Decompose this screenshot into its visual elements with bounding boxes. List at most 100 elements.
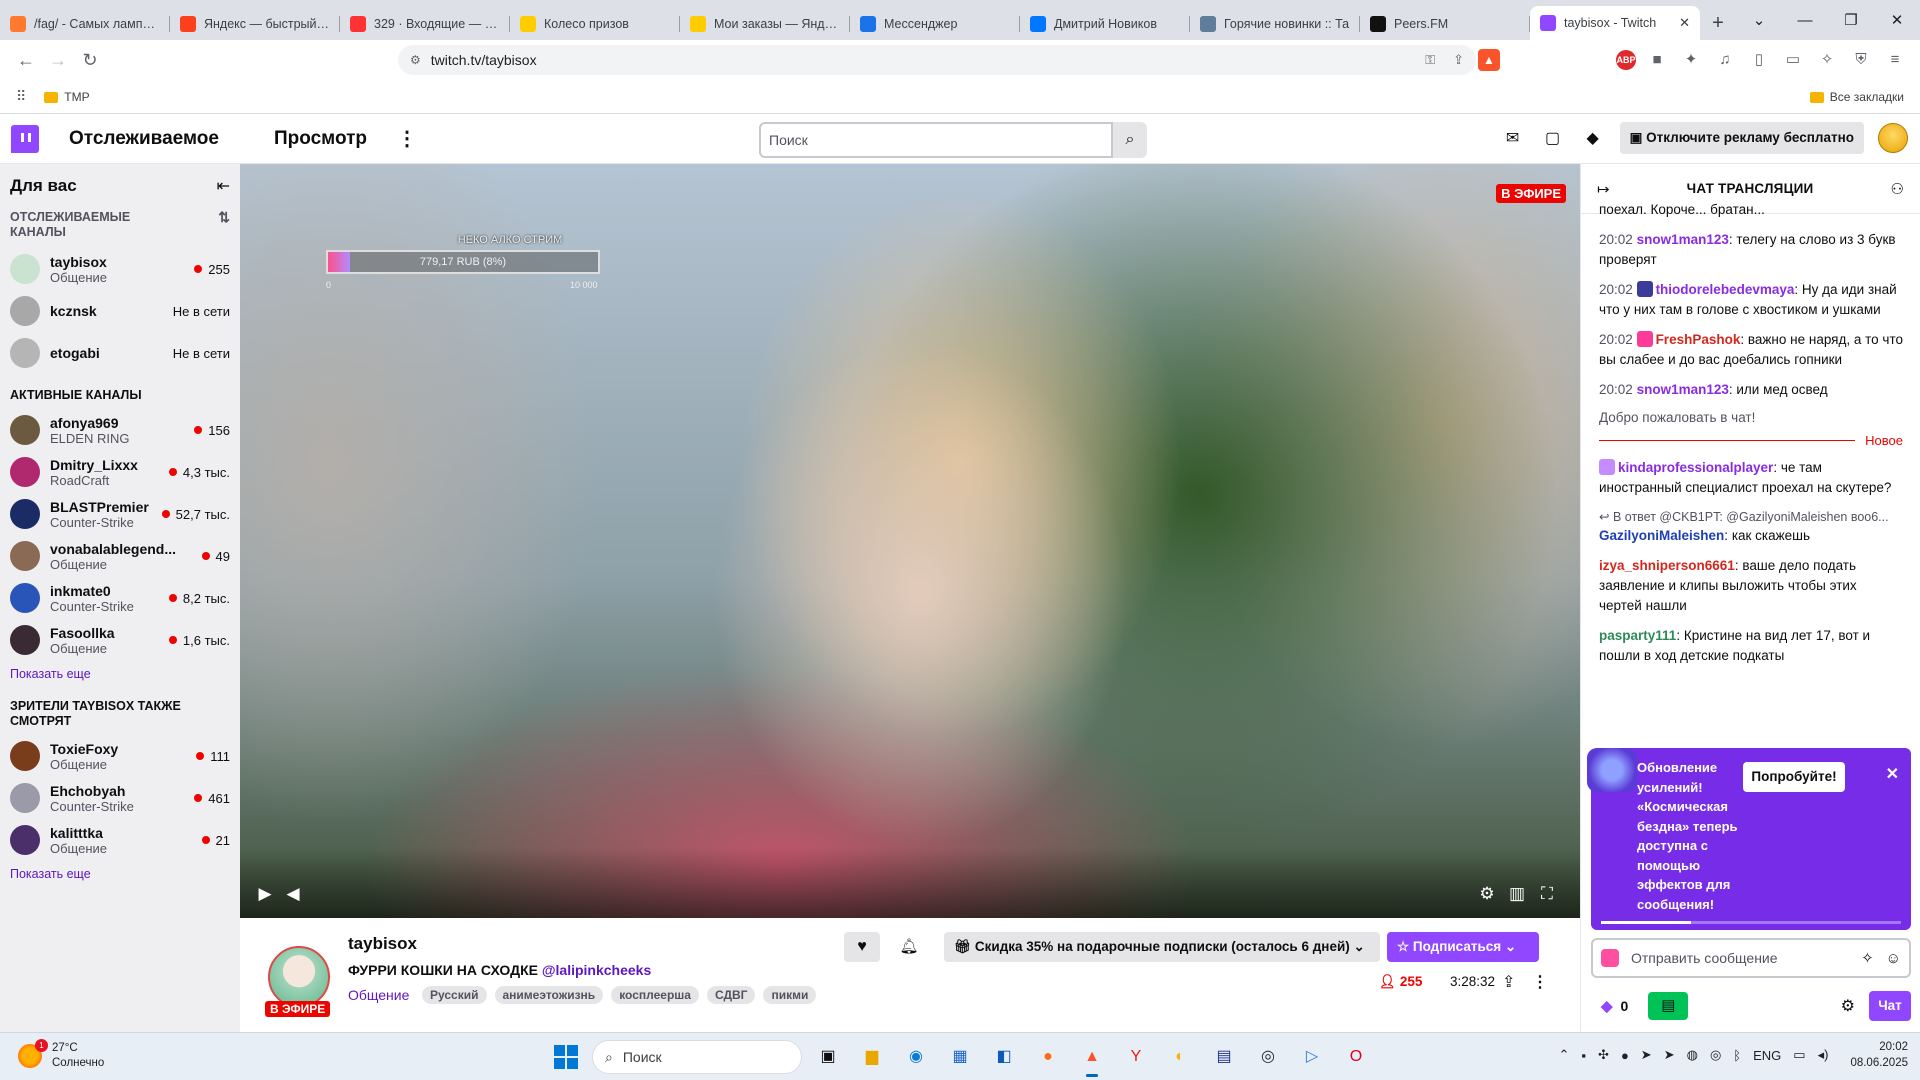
stream-category[interactable]: Общение	[348, 987, 409, 1003]
steam-tray-icon[interactable]: ◎	[1710, 1047, 1721, 1063]
brave-icon[interactable]: ▲	[1074, 1039, 1110, 1077]
tray-expand-icon[interactable]: ⌃	[1559, 1047, 1570, 1063]
maximize-button[interactable]: ❐	[1828, 11, 1874, 29]
task-view-icon[interactable]: ▣	[810, 1039, 846, 1075]
chat-username[interactable]: FreshPashok	[1656, 332, 1741, 347]
browser-tab[interactable]: Яндекс — быстрый поиск	[170, 8, 340, 40]
extensions-puzzle-icon[interactable]: ✦	[1678, 46, 1704, 74]
sidebar-channel[interactable]: kalitttka Общение 21	[0, 819, 240, 861]
file-explorer-icon[interactable]: ▆	[854, 1039, 890, 1075]
browser-tab[interactable]: Мессенджер	[850, 8, 1020, 40]
nav-browse[interactable]: Просмотр	[274, 128, 367, 150]
bits-balance[interactable]: ◆ 0	[1601, 997, 1628, 1015]
theatre-mode-icon[interactable]: ▥	[1504, 884, 1530, 904]
media-player-icon[interactable]: ▷	[1294, 1039, 1330, 1075]
edge-icon[interactable]: ◉	[898, 1039, 934, 1075]
chat-username[interactable]: snow1man123	[1637, 232, 1729, 247]
telegram-icon[interactable]: ➤	[1641, 1047, 1652, 1063]
sidebar-channel[interactable]: BLASTPremier Counter-Strike 52,7 тыс.	[0, 493, 240, 535]
weather-widget[interactable]: 1 27°C Солнечно	[18, 1039, 104, 1071]
more-options-icon[interactable]: ⋮	[1532, 972, 1548, 992]
browser-tab[interactable]: taybisox - Twitch ✕	[1530, 6, 1700, 40]
sidebar-channel[interactable]: taybisox Общение 255	[0, 248, 240, 290]
settings-icon[interactable]: ⚙	[1474, 884, 1500, 904]
wallet-icon[interactable]: ▭	[1780, 46, 1806, 74]
streamer-avatar[interactable]	[268, 946, 330, 1008]
stream-tag[interactable]: СДВГ	[706, 986, 756, 1004]
omnibox[interactable]: ⚙ twitch.tv/taybisox ⚿ ⇪	[398, 45, 1476, 75]
collapse-sidebar-icon[interactable]: ⇤	[217, 176, 230, 196]
sidebar-channel[interactable]: inkmate0 Counter-Strike 8,2 тыс.	[0, 577, 240, 619]
power-ups-icon[interactable]: ✧	[1861, 949, 1874, 967]
tray-app2-icon[interactable]: ●	[1621, 1048, 1629, 1063]
sidebar-channel[interactable]: Dmitry_Lixxx RoadCraft 4,3 тыс.	[0, 451, 240, 493]
vpn-icon[interactable]: ⛨	[1848, 46, 1874, 74]
telegram2-icon[interactable]: ➤	[1664, 1047, 1675, 1063]
yandex-browser-icon[interactable]: Y	[1118, 1039, 1154, 1075]
sidebar-channel[interactable]: Ehchobyah Counter-Strike 461	[0, 777, 240, 819]
subscribe-button[interactable]: ☆ Подписаться ⌄	[1387, 932, 1539, 962]
volume-tray-icon[interactable]: ◂)	[1818, 1047, 1829, 1063]
promo-try-button[interactable]: Попробуйте!	[1743, 762, 1845, 792]
clock[interactable]: 20:02 08.06.2025	[1850, 1039, 1908, 1071]
close-window-button[interactable]: ✕	[1874, 11, 1920, 29]
new-tab-button[interactable]: +	[1700, 12, 1736, 35]
browser-tab[interactable]: Колесо призов	[510, 8, 680, 40]
whispers-icon[interactable]: ▢	[1540, 128, 1566, 148]
browser-tab[interactable]: Peers.FM	[1360, 8, 1530, 40]
minimize-button[interactable]: —	[1782, 12, 1828, 29]
windows-start-icon[interactable]	[554, 1045, 578, 1069]
url-text[interactable]: twitch.tv/taybisox	[431, 52, 1407, 68]
sidebar-channel[interactable]: kcznsk Не в сети	[0, 290, 240, 332]
show-more-link[interactable]: Показать еще	[0, 667, 240, 681]
forward-button[interactable]: →	[42, 50, 74, 71]
leo-ai-icon[interactable]: ✧	[1814, 46, 1840, 74]
stream-tag[interactable]: Русский	[422, 986, 487, 1004]
save-app-icon[interactable]: ▤	[1206, 1039, 1242, 1075]
close-icon[interactable]: ✕	[1886, 764, 1899, 784]
media-icon[interactable]: ♫	[1712, 46, 1738, 74]
heart-badge-icon[interactable]	[1601, 949, 1619, 967]
chromium-icon[interactable]: ◐	[1162, 1039, 1198, 1075]
browser-tab[interactable]: 329 · Входящие — Яндекс	[340, 8, 510, 40]
bookmark-folder[interactable]: TMP	[44, 90, 90, 104]
adblock-icon[interactable]: ABP	[1616, 50, 1636, 70]
opera-icon[interactable]: O	[1338, 1039, 1374, 1075]
brave-shields-icon[interactable]: ▲	[1478, 49, 1500, 71]
sidebar-icon[interactable]: ▯	[1746, 46, 1772, 74]
steam-icon[interactable]: ◎	[1250, 1039, 1286, 1075]
display-icon[interactable]: ▭	[1793, 1047, 1805, 1063]
apps-grid-icon[interactable]: ⠿	[16, 88, 26, 105]
search-button[interactable]: ⌕	[1113, 122, 1147, 158]
stream-title-mention[interactable]: @lalipinkcheeks	[542, 962, 651, 978]
more-menu-icon[interactable]: ⋮	[397, 126, 417, 151]
bits-icon[interactable]: ◆	[1580, 128, 1606, 148]
tray-app-icon[interactable]: ▪	[1581, 1048, 1586, 1063]
collapse-chat-icon[interactable]: ↦	[1597, 180, 1610, 198]
bluetooth-icon[interactable]: ᛒ	[1733, 1048, 1741, 1063]
language-indicator[interactable]: ENG	[1753, 1048, 1781, 1063]
stream-tag[interactable]: анимеэтожизнь	[494, 986, 604, 1004]
browser-tab[interactable]: Горячие новинки :: Та	[1190, 8, 1360, 40]
inbox-icon[interactable]: ✉	[1500, 128, 1526, 148]
stream-tag[interactable]: пикми	[763, 986, 817, 1004]
tray-network-icon[interactable]: ✣	[1598, 1047, 1609, 1063]
play-icon[interactable]: ▶	[252, 884, 278, 904]
taskbar-search[interactable]: ⌕ Поиск	[592, 1040, 802, 1074]
chat-send-button[interactable]: Чат	[1869, 991, 1911, 1021]
sidebar-channel[interactable]: Fasoollka Общение 1,6 тыс.	[0, 619, 240, 661]
back-button[interactable]: ←	[10, 50, 42, 71]
video-player[interactable]: В ЭФИРЕ НЕКО АЛКО СТРИМ 779,17 RUB (8%) …	[240, 164, 1580, 918]
chat-username[interactable]: GazilyoniMaleishen	[1599, 528, 1724, 543]
chat-input[interactable]: Отправить сообщение ✧ ☺	[1591, 938, 1911, 978]
firefox-icon[interactable]: ●	[1030, 1039, 1066, 1075]
tab-search-icon[interactable]: ⌄	[1736, 11, 1782, 29]
sidebar-channel[interactable]: vonabalablegend... Общение 49	[0, 535, 240, 577]
gift-sub-promo-button[interactable]: 🎁︎ Скидка 35% на подарочные подписки (ос…	[944, 932, 1380, 962]
share-icon[interactable]: ⇪	[1453, 52, 1464, 68]
outlook-icon[interactable]: ◧	[986, 1039, 1022, 1075]
adfree-button[interactable]: ▣ Отключите рекламу бесплатно	[1619, 122, 1864, 154]
browser-tab[interactable]: Мои заказы — Яндекс	[680, 8, 850, 40]
notifications-bell-button[interactable]: 🔔︎	[893, 932, 925, 962]
sort-icon[interactable]: ⇅	[218, 210, 230, 225]
